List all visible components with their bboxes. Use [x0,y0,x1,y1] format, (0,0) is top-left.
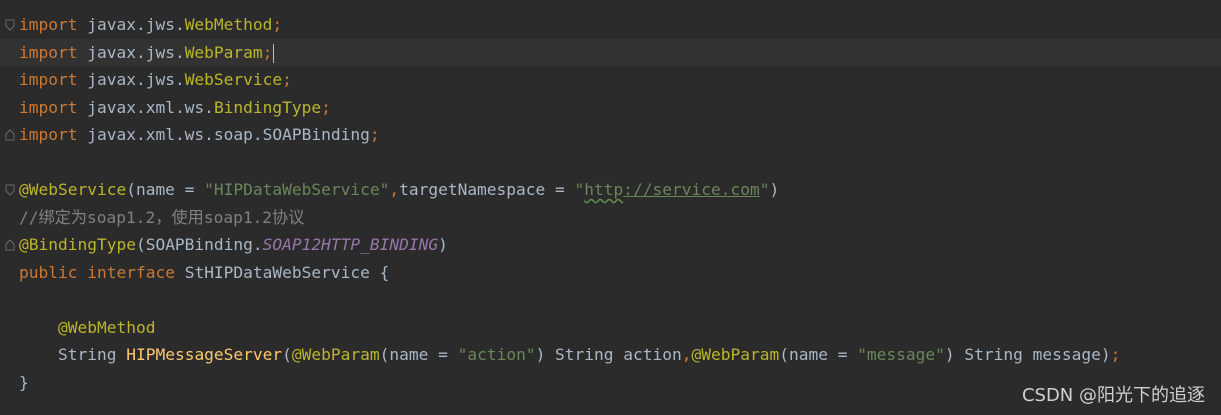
fold-marker-icon[interactable] [5,184,15,196]
string-literal: "action" [457,345,536,364]
closing-brace: } [19,372,29,392]
keyword-import: import [19,70,78,89]
code-line-2[interactable]: import javax.jws.WebParam; [0,38,1221,66]
semicolon: ; [282,70,292,89]
package-path: javax.jws. [77,15,185,34]
return-type: String [57,345,127,364]
code-line-8[interactable]: //绑定为soap1.2，使用soap1.2协议 [0,204,1221,231]
semicolon: ; [272,15,283,34]
code-line-12[interactable]: @WebMethod [0,314,1221,341]
method-name: HIPMessageServer [126,345,283,364]
string-literal: "HIPDataWebService" [204,180,390,199]
annotation-webservice: @WebService [19,180,127,199]
watermark: CSDN @阳光下的追逐 [1021,385,1205,406]
semicolon: ; [1110,345,1121,364]
code-line-1[interactable]: import javax.jws.WebMethod; [0,11,1221,38]
semicolon: ; [369,125,380,144]
paren-text: (name = [126,180,205,199]
param-text: targetNamespace = [399,180,575,199]
fold-marker-icon[interactable] [5,129,15,141]
code-line-13[interactable]: String HIPMessageServer(@WebParam(name =… [0,341,1221,368]
quote: " [574,180,585,199]
class-name: WebService [184,70,283,89]
class-name: WebMethod [184,15,273,34]
keyword-import: import [19,97,78,117]
quote: " [759,180,770,199]
code-line-4[interactable]: import javax.xml.ws.BindingType; [0,94,1221,121]
paren-text: (name = [779,345,858,364]
paren-text: ( [282,345,292,364]
keyword-interface: interface [87,262,175,282]
class-name: BindingType [213,97,322,117]
code-editor[interactable]: import javax.jws.WebMethod; import javax… [0,0,1221,415]
code-line-5[interactable]: import javax.xml.ws.soap.SOAPBinding; [0,121,1221,148]
annotation-bindingtype: @BindingType [19,235,136,254]
interface-name: StHIPDataWebService { [174,262,390,282]
code-line-3[interactable]: import javax.jws.WebService; [0,66,1221,93]
annotation-webparam: @WebParam [291,345,380,364]
constant: SOAP12HTTP_BINDING [262,235,439,254]
package-path: javax.jws. [77,70,185,89]
keyword-import: import [19,42,78,62]
code-line-9[interactable]: @BindingType(SOAPBinding.SOAP12HTTP_BIND… [0,231,1221,258]
string-literal: "message" [857,345,945,364]
package-path: javax.jws. [77,42,185,62]
semicolon: ; [262,42,273,62]
code-line-10[interactable]: public interface StHIPDataWebService { [0,259,1221,286]
paren-text: (SOAPBinding. [135,235,263,254]
annotation-webparam: @WebParam [691,345,780,364]
text-caret [273,43,275,63]
param-text: ) String action [535,345,682,364]
paren-text: ) [438,235,448,254]
comment: //绑定为soap1.2，使用soap1.2协议 [19,207,305,227]
paren-text: (name = [379,345,458,364]
keyword-import: import [19,15,78,34]
package-path: javax.xml.ws. [77,97,214,117]
package-path: javax.xml.ws.soap.SOAPBinding [77,125,370,144]
keyword-public: public [19,262,78,282]
keyword-import: import [19,125,78,144]
fold-marker-icon[interactable] [5,239,15,251]
url-link[interactable]: http [584,180,623,199]
comma: , [389,180,400,199]
annotation-webmethod: @WebMethod [57,317,156,337]
url-link[interactable]: ://service.com [623,180,759,199]
param-text: ) String message) [944,345,1111,364]
paren-text: ) [769,180,780,199]
semicolon: ; [321,97,331,117]
code-line-7[interactable]: @WebService(name = "HIPDataWebService",t… [0,176,1221,203]
comma: , [681,345,692,364]
class-name: WebParam [184,42,263,62]
fold-marker-icon[interactable] [5,19,15,31]
